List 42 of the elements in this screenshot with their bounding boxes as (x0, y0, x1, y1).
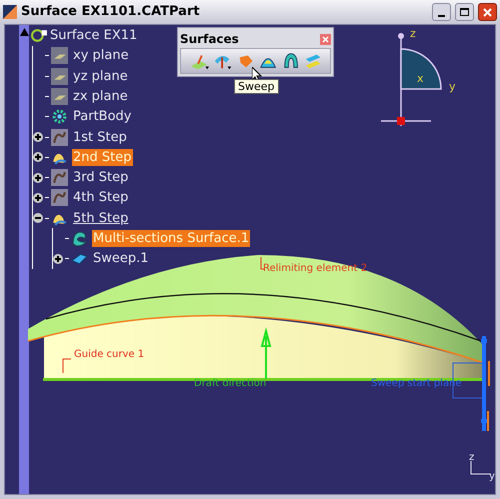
plane-icon (51, 47, 68, 64)
expand-icon[interactable] (53, 254, 63, 264)
tree-item[interactable]: PartBody (72, 108, 132, 126)
part-icon (31, 26, 48, 44)
surface-set-icon (51, 128, 68, 146)
tooltip: Sweep (234, 79, 278, 94)
expand-icon[interactable] (33, 152, 43, 162)
maximize-button[interactable] (455, 3, 474, 21)
loft-icon[interactable] (282, 51, 300, 71)
app-icon (3, 5, 17, 19)
minimize-button[interactable] (432, 3, 451, 21)
gear-icon (51, 108, 68, 126)
surface-set-icon (51, 189, 68, 206)
axis-label: z (410, 26, 416, 42)
plane-icon (51, 68, 68, 85)
axis-label: z (469, 451, 474, 465)
surface-set-icon (51, 169, 68, 186)
loft-surface-icon (71, 230, 88, 247)
close-icon (483, 8, 492, 16)
axis-label: y (449, 79, 456, 95)
window-title: Surface EX1101.CATPart (21, 3, 201, 22)
expand-icon[interactable] (33, 172, 43, 183)
annotation-label: Guide curve 1 (74, 349, 144, 361)
close-icon (322, 36, 329, 42)
scroll-up-icon[interactable] (19, 27, 29, 37)
expand-icon[interactable] (33, 132, 43, 142)
tree-item[interactable]: 4th Step (72, 189, 130, 206)
tree-item[interactable]: 5th Step (72, 210, 130, 227)
tree-item[interactable]: Sweep.1 (92, 250, 150, 268)
tree-item[interactable]: 3rd Step (72, 169, 130, 186)
toolbar-title: Surfaces (180, 31, 239, 48)
tree-item[interactable]: xy plane (72, 47, 130, 64)
tree-item[interactable]: 1st Step (72, 128, 128, 146)
tree-item[interactable]: yz plane (72, 68, 129, 85)
collapse-icon[interactable] (33, 213, 43, 224)
tree-item[interactable]: zx plane (72, 88, 129, 105)
axis-label: x (417, 73, 424, 85)
plane-icon (51, 88, 68, 105)
tree-root[interactable]: Surface EX11 (50, 26, 138, 46)
annotation-label: Draft direction (194, 378, 266, 390)
close-button[interactable] (478, 3, 497, 21)
expand-icon[interactable] (33, 192, 43, 203)
